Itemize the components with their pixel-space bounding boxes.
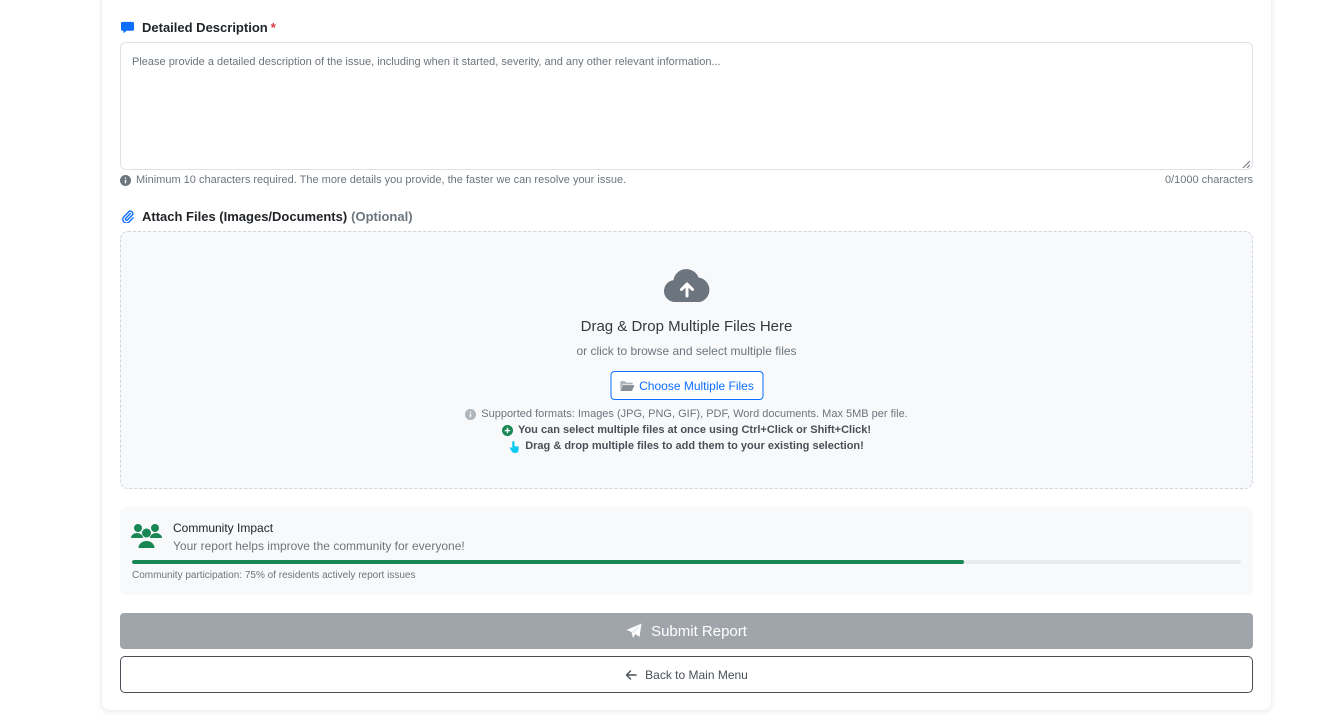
info-circle-icon: [120, 174, 131, 186]
choose-files-button[interactable]: Choose Multiple Files: [610, 371, 763, 400]
participation-footnote: Community participation: 75% of resident…: [132, 570, 416, 581]
attachments-label-text: Attach Files (Images/Documents): [142, 208, 348, 224]
users-icon: [131, 522, 162, 548]
report-form-card: Detailed Description * Please provide a …: [101, 0, 1272, 711]
choose-files-label: Choose Multiple Files: [639, 378, 754, 393]
formats-text: Supported formats: Images (JPG, PNG, GIF…: [481, 408, 908, 420]
paper-plane-icon: [626, 623, 642, 639]
community-impact-panel: Community Impact Your report helps impro…: [120, 507, 1253, 595]
file-dropzone[interactable]: Drag & Drop Multiple Files Here or click…: [120, 231, 1253, 489]
description-placeholder: Please provide a detailed description of…: [132, 56, 721, 68]
submit-report-button[interactable]: Submit Report: [120, 613, 1253, 649]
dropzone-subtitle: or click to browse and select multiple f…: [576, 344, 797, 358]
optional-tag: (Optional): [351, 208, 413, 224]
cloud-upload-icon: [663, 269, 711, 303]
drag-tip-text: Drag & drop multiple files to add them t…: [525, 440, 864, 452]
back-to-main-menu-label: Back to Main Menu: [645, 667, 748, 682]
drag-tip: Drag & drop multiple files to add them t…: [121, 438, 1252, 454]
description-textarea[interactable]: Please provide a detailed description of…: [120, 42, 1253, 170]
folder-open-icon: [619, 380, 635, 392]
info-circle-icon: [465, 408, 477, 420]
submit-report-label: Submit Report: [651, 622, 747, 640]
arrow-left-icon: [625, 669, 637, 681]
description-hint-row: Minimum 10 characters required. The more…: [120, 174, 1253, 186]
attachments-label: Attach Files (Images/Documents) (Optiona…: [120, 207, 1253, 225]
back-to-main-menu-button[interactable]: Back to Main Menu: [120, 656, 1253, 693]
comment-icon: [120, 20, 135, 35]
description-label-text: Detailed Description: [142, 19, 268, 35]
formats-line: Supported formats: Images (JPG, PNG, GIF…: [121, 406, 1252, 422]
character-counter: 0/1000 characters: [1164, 174, 1253, 186]
community-impact-title: Community Impact: [173, 521, 274, 535]
multi-select-tip-text: You can select multiple files at once us…: [517, 424, 872, 436]
plus-circle-icon: [501, 424, 513, 436]
resize-handle-icon[interactable]: [1242, 159, 1251, 169]
required-mark: *: [270, 19, 276, 35]
multi-select-tip: You can select multiple files at once us…: [121, 422, 1252, 438]
community-impact-subtitle: Your report helps improve the community …: [173, 539, 465, 553]
description-label: Detailed Description *: [120, 18, 1253, 36]
participation-progress-bar: [132, 560, 1241, 564]
paperclip-icon: [120, 209, 135, 224]
dropzone-info: Supported formats: Images (JPG, PNG, GIF…: [121, 406, 1252, 454]
description-hint: Minimum 10 characters required. The more…: [136, 174, 627, 186]
hand-pointer-icon: [509, 440, 520, 453]
dropzone-title: Drag & Drop Multiple Files Here: [580, 318, 793, 335]
participation-progress-fill: [132, 560, 964, 564]
